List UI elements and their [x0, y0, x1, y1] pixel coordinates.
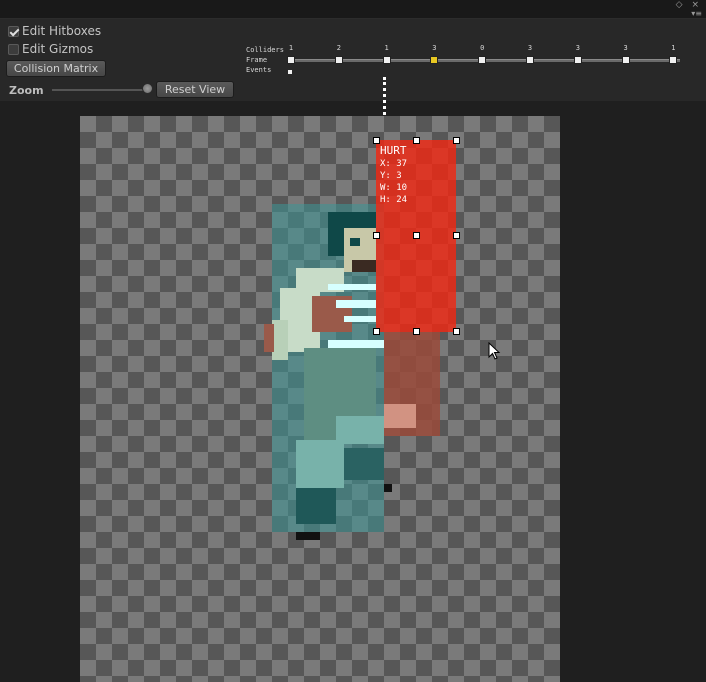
hurtbox-title: HURT	[380, 144, 407, 157]
hurtbox-y: Y: 3	[380, 171, 402, 181]
resize-handle-bottom-left[interactable]	[373, 328, 380, 335]
hurtbox-h: H: 24	[380, 195, 408, 205]
resize-handle-top-left[interactable]	[373, 137, 380, 144]
current-frame-indicator	[383, 77, 386, 115]
hurtbox-w: W: 10	[380, 183, 408, 193]
resize-handle-right[interactable]	[453, 232, 460, 239]
resize-handle-bottom-right[interactable]	[453, 328, 460, 335]
mouse-cursor-icon	[488, 342, 501, 360]
character-sprite	[264, 212, 440, 540]
move-handle-center[interactable]	[413, 232, 420, 239]
resize-handle-left[interactable]	[373, 232, 380, 239]
resize-handle-top[interactable]	[413, 137, 420, 144]
resize-handle-bottom[interactable]	[413, 328, 420, 335]
resize-handle-top-right[interactable]	[453, 137, 460, 144]
hurtbox-x: X: 37	[380, 159, 408, 169]
hurtbox-info: HURT X: 37 Y: 3 W: 10 H: 24	[380, 144, 407, 206]
